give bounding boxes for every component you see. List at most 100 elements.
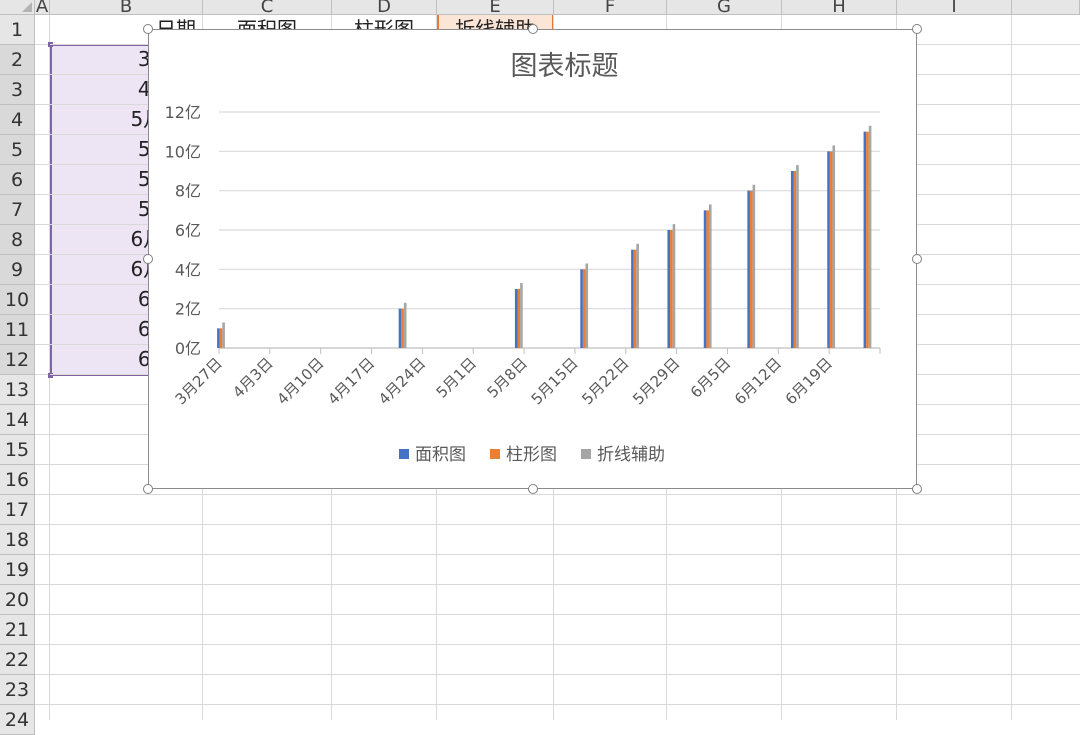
row-header-13[interactable]: 13 bbox=[0, 375, 35, 405]
legend-swatch-3 bbox=[581, 449, 591, 459]
bar-1-6 bbox=[667, 230, 671, 348]
bar-3-11 bbox=[868, 125, 872, 349]
chart-resize-handle-8[interactable] bbox=[912, 484, 922, 494]
x-tick-label-0: 3月27日 bbox=[172, 354, 226, 408]
bar-2-1 bbox=[219, 328, 223, 348]
bar-1-11 bbox=[863, 131, 867, 348]
row-header-1[interactable]: 1 bbox=[0, 15, 35, 45]
row-header-14[interactable]: 14 bbox=[0, 405, 35, 435]
legend-swatch-2 bbox=[490, 449, 500, 459]
x-tick-label-7: 5月15日 bbox=[528, 354, 582, 408]
row-header-12[interactable]: 12 bbox=[0, 345, 35, 375]
bar-1-3 bbox=[514, 289, 518, 348]
bar-3-8 bbox=[752, 184, 756, 348]
corner-triangle-icon bbox=[22, 2, 32, 12]
row-header-6[interactable]: 6 bbox=[0, 165, 35, 195]
bar-3-10 bbox=[832, 145, 836, 348]
x-tick-label-1: 4月3日 bbox=[229, 354, 276, 401]
chart-resize-handle-3[interactable] bbox=[912, 24, 922, 34]
row-header-17[interactable]: 17 bbox=[0, 495, 35, 525]
bar-2-10 bbox=[829, 151, 833, 348]
y-tick-label-0: 0亿 bbox=[175, 339, 201, 358]
row-header-2[interactable]: 2 bbox=[0, 45, 35, 75]
row-header-24[interactable]: 24 bbox=[0, 705, 35, 735]
chart-resize-handle-7[interactable] bbox=[527, 484, 538, 494]
bar-1-10 bbox=[827, 151, 830, 348]
row-header-8[interactable]: 8 bbox=[0, 225, 35, 255]
row-header-21[interactable]: 21 bbox=[0, 615, 35, 645]
bar-1-8 bbox=[747, 190, 750, 348]
row-header-16[interactable]: 16 bbox=[0, 465, 35, 495]
x-tick-label-8: 5月22日 bbox=[578, 354, 632, 408]
row-header-23[interactable]: 23 bbox=[0, 675, 35, 705]
bar-3-7 bbox=[708, 204, 712, 348]
bar-3-2 bbox=[403, 302, 407, 348]
y-tick-label-3: 6亿 bbox=[175, 221, 201, 240]
column-header-e[interactable]: E bbox=[437, 0, 554, 15]
bar-2-3 bbox=[517, 289, 521, 348]
bar-1-5 bbox=[631, 249, 634, 348]
row-header-3[interactable]: 3 bbox=[0, 75, 35, 105]
x-tick-label-4: 4月24日 bbox=[375, 354, 429, 408]
row-header-7[interactable]: 7 bbox=[0, 195, 35, 225]
bar-1-2 bbox=[398, 308, 402, 348]
legend-label-1: 面积图 bbox=[415, 445, 466, 465]
bar-2-9 bbox=[793, 171, 797, 348]
row-header-22[interactable]: 22 bbox=[0, 645, 35, 675]
chart-resize-handle-4[interactable] bbox=[143, 254, 153, 264]
bar-2-8 bbox=[749, 190, 753, 348]
row-header-20[interactable]: 20 bbox=[0, 585, 35, 615]
column-header-c[interactable]: C bbox=[203, 0, 332, 15]
chart-svg: 图表标题 0亿 2亿 4亿 6亿 8亿 10亿 12亿 3月27日 4月3日4月10日4月17日4… bbox=[165, 51, 881, 465]
bar-2-11 bbox=[866, 131, 869, 348]
legend-label-3: 折线辅助 bbox=[597, 445, 665, 465]
column-header-h[interactable]: H bbox=[782, 0, 897, 15]
row-header-15[interactable]: 15 bbox=[0, 435, 35, 465]
bar-3-4 bbox=[585, 263, 589, 348]
column-header-g[interactable]: G bbox=[667, 0, 782, 15]
bar-2-6 bbox=[670, 230, 673, 348]
bar-3-9 bbox=[796, 165, 799, 348]
column-header-b[interactable]: B bbox=[50, 0, 203, 15]
x-tick-label-12: 6月19日 bbox=[782, 354, 836, 408]
chart-resize-handle-1[interactable] bbox=[143, 24, 153, 34]
chart-resize-handle-6[interactable] bbox=[143, 484, 153, 494]
legend-label-2: 柱形图 bbox=[506, 445, 557, 465]
row-header-4[interactable]: 4 bbox=[0, 105, 35, 135]
column-header-a[interactable]: A bbox=[35, 0, 50, 15]
row-header-9[interactable]: 9 bbox=[0, 255, 35, 285]
x-tick-label-10: 6月5日 bbox=[687, 354, 734, 401]
select-all-corner[interactable] bbox=[0, 0, 35, 15]
legend-swatch-1 bbox=[399, 449, 409, 459]
row-header-10[interactable]: 10 bbox=[0, 285, 35, 315]
y-tick-label-4: 8亿 bbox=[175, 182, 201, 201]
x-tick-label-3: 4月17日 bbox=[324, 354, 378, 408]
bar-1-1 bbox=[217, 328, 220, 348]
x-tick-label-2: 4月10日 bbox=[273, 354, 327, 408]
row-header-19[interactable]: 19 bbox=[0, 555, 35, 585]
bar-3-5 bbox=[636, 243, 639, 348]
x-tick-label-6: 5月8日 bbox=[483, 354, 530, 401]
y-tick-label-2: 4亿 bbox=[175, 260, 201, 279]
row-header-18[interactable]: 18 bbox=[0, 525, 35, 555]
column-header-i[interactable]: I bbox=[897, 0, 1012, 15]
bar-3-3 bbox=[520, 283, 523, 348]
bar-1-7 bbox=[703, 210, 707, 348]
column-header-f[interactable]: F bbox=[554, 0, 667, 15]
bar-2-7 bbox=[706, 210, 709, 348]
x-tick-label-9: 5月29日 bbox=[629, 354, 683, 408]
bar-1-9 bbox=[790, 171, 794, 348]
chart-object[interactable]: 图表标题 0亿 2亿 4亿 6亿 8亿 10亿 12亿 3月27日 4月3日 4月10日 4月17日 4… bbox=[148, 29, 917, 489]
bar-2-4 bbox=[582, 269, 586, 348]
bar-3-6 bbox=[672, 224, 676, 348]
chart-resize-handle-5[interactable] bbox=[912, 254, 922, 264]
bar-1-4 bbox=[580, 269, 583, 348]
row-header-11[interactable]: 11 bbox=[0, 315, 35, 345]
column-header-d[interactable]: D bbox=[332, 0, 437, 15]
row-header-5[interactable]: 5 bbox=[0, 135, 35, 165]
chart-title: 图表标题 bbox=[511, 51, 619, 82]
chart-resize-handle-2[interactable] bbox=[527, 24, 538, 34]
y-tick-label-6: 12亿 bbox=[165, 103, 201, 122]
bar-2-5 bbox=[633, 249, 637, 348]
column-header-blank[interactable] bbox=[1012, 0, 1080, 15]
